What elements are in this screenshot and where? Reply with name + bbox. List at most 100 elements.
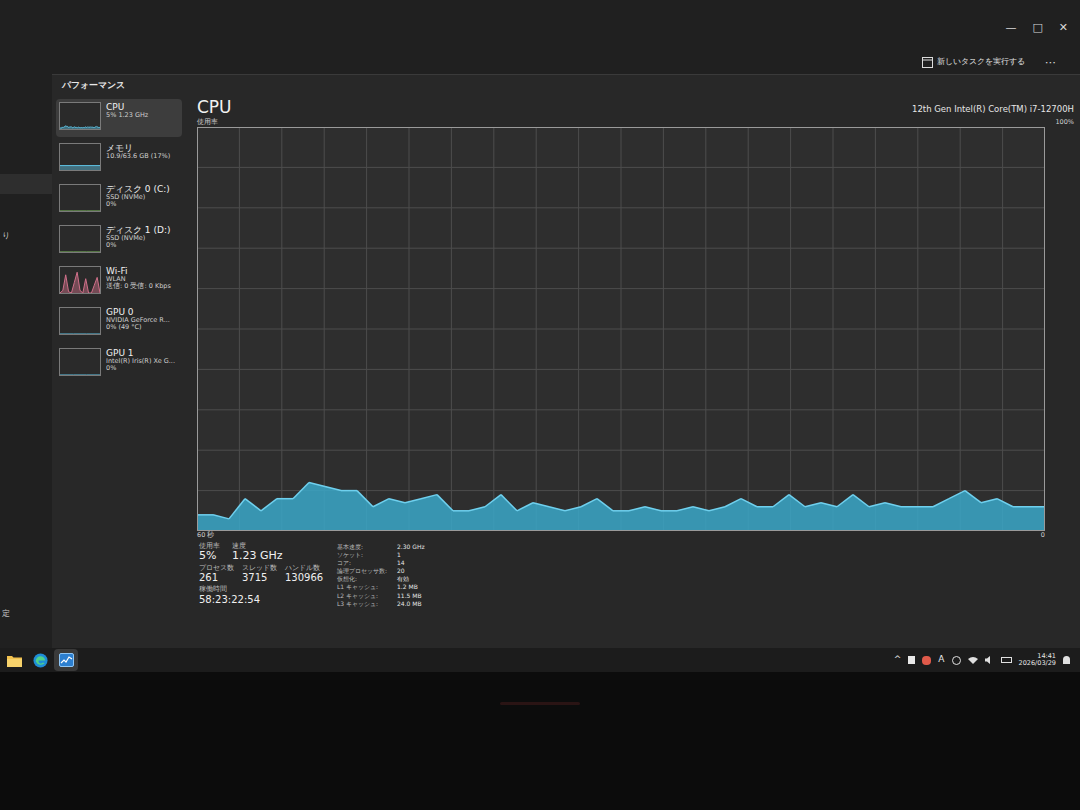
resource-name: メモリ	[106, 143, 170, 153]
cpu-specs: 基本速度:2.30 GHzソケット:1コア:14論理プロセッサ数:20仮想化:有…	[337, 543, 425, 608]
usage-segment	[549, 507, 565, 511]
resource-detail: 10.9/63.6 GB (17%)	[106, 153, 170, 160]
resource-detail: Intel(R) Iris(R) Xe G...	[106, 358, 175, 365]
usage-segment	[709, 507, 725, 511]
usage-segment	[613, 510, 629, 512]
resource-item[interactable]: GPU 1Intel(R) Iris(R) Xe G...0%	[56, 345, 182, 383]
resource-detail: SSD (NVMe)	[106, 194, 170, 201]
resource-detail: 0% (49 °C)	[106, 324, 170, 331]
usage-segment	[309, 483, 325, 487]
axis-label: 使用率	[197, 118, 218, 128]
usage-segment	[805, 503, 821, 507]
notification-icon[interactable]	[1063, 656, 1070, 664]
resource-detail: 0%	[106, 365, 175, 372]
thumbnail-graph	[60, 144, 100, 170]
usage-segment	[213, 515, 229, 519]
thumbnail-graph	[60, 308, 100, 334]
cpu-model: 12th Gen Intel(R) Core(TM) i7-12700H	[912, 103, 1074, 116]
usage-segment	[293, 483, 309, 499]
usage-segment	[373, 499, 389, 507]
usage-segment	[677, 507, 693, 511]
usage-segment	[725, 499, 741, 507]
cpu-stats: 使用率5%速度1.23 GHzプロセス数261スレッド数3715ハンドル数130…	[197, 543, 1074, 608]
nav-item-label[interactable]: 定	[0, 608, 52, 620]
usage-segment	[1013, 506, 1029, 508]
resource-item[interactable]: ディスク 0 (C:)SSD (NVMe)0%	[56, 181, 182, 219]
spec-value: 有効	[397, 575, 425, 583]
resource-list: CPU5% 1.23 GHzメモリ10.9/63.6 GB (17%)ディスク …	[52, 99, 182, 649]
folder-taskbar-button[interactable]	[2, 649, 26, 671]
taskmgr-taskbar-button[interactable]	[54, 649, 78, 671]
resource-detail: NVIDIA GeForce R...	[106, 317, 170, 324]
cpu-panel: CPU12th Gen Intel(R) Core(TM) i7-12700H使…	[182, 99, 1080, 649]
metric: 使用率5%	[199, 543, 220, 562]
navigation-strip: り定	[0, 74, 52, 648]
usage-segment	[341, 490, 357, 492]
ime-indicator[interactable]: A	[938, 653, 944, 667]
laptop-bezel	[0, 672, 1080, 810]
usage-segment	[453, 510, 469, 512]
resource-name: ディスク 0 (C:)	[106, 184, 170, 194]
resource-item[interactable]: ディスク 1 (D:)SSD (NVMe)0%	[56, 222, 182, 260]
usage-segment	[229, 499, 245, 519]
usage-segment	[741, 499, 757, 507]
wifi-icon[interactable]	[968, 656, 978, 664]
taskbar: ^ A 14:412026/03/29	[0, 648, 1080, 672]
usage-segment	[901, 506, 917, 508]
spec-value: 1	[397, 551, 425, 559]
clock[interactable]: 14:412026/03/29	[1019, 653, 1056, 667]
usage-segment	[197, 514, 213, 516]
spec-label: コア:	[337, 559, 387, 567]
tray-overflow-button[interactable]: ^	[894, 653, 902, 667]
usage-segment	[389, 499, 405, 503]
window-control-button[interactable]: □	[1032, 22, 1042, 33]
spec-value: 11.5 MB	[397, 592, 425, 600]
spec-label: L3 キャッシュ:	[337, 600, 387, 608]
usage-segment	[693, 507, 709, 511]
metric: 速度1.23 GHz	[232, 543, 283, 562]
task-manager-icon	[59, 653, 74, 667]
resource-item[interactable]: GPU 0NVIDIA GeForce R...0% (49 °C)	[56, 304, 182, 342]
resource-name: CPU	[106, 102, 148, 112]
usage-segment	[645, 507, 661, 511]
window-control-button[interactable]: ✕	[1059, 22, 1068, 33]
resource-detail: 5% 1.23 GHz	[106, 112, 148, 119]
resource-item[interactable]: メモリ10.9/63.6 GB (17%)	[56, 140, 182, 178]
nav-item-label[interactable]: り	[0, 230, 52, 242]
resource-detail: 送信: 0 受信: 0 Kbps	[106, 283, 171, 290]
spec-label: L2 キャッシュ:	[337, 592, 387, 600]
window-control-button[interactable]: —	[1005, 22, 1016, 33]
usage-segment	[853, 495, 869, 507]
usage-segment	[533, 503, 549, 507]
more-button[interactable]: ⋯	[1045, 57, 1056, 68]
resource-detail: 0%	[106, 242, 170, 249]
run-new-task-button[interactable]: 新しいタスクを実行する	[922, 56, 1025, 68]
metric: スレッド数3715	[242, 565, 277, 583]
usage-segment	[789, 495, 805, 507]
usage-segment	[405, 499, 421, 503]
cpu-usage-chart	[197, 127, 1045, 531]
resource-detail: SSD (NVMe)	[106, 235, 170, 242]
usage-segment	[325, 487, 341, 491]
usage-segment	[469, 507, 485, 511]
globe-icon[interactable]	[952, 656, 961, 665]
usage-segment	[501, 495, 517, 511]
resource-item[interactable]: Wi-FiWLAN送信: 0 受信: 0 Kbps	[56, 263, 182, 301]
spec-label: 基本速度:	[337, 543, 387, 551]
command-bar: 新しいタスクを実行する ⋯	[0, 50, 1080, 74]
battery-icon[interactable]	[1001, 657, 1012, 663]
thumbnail-graph	[60, 267, 100, 293]
resource-item[interactable]: CPU5% 1.23 GHz	[56, 99, 182, 137]
app-icon[interactable]	[922, 656, 931, 665]
usage-segment	[773, 495, 789, 507]
usage-segment	[1029, 506, 1045, 508]
thumbnail-graph	[60, 349, 100, 375]
metric: プロセス数261	[199, 565, 234, 583]
system-tray: ^ A 14:412026/03/29	[894, 653, 1078, 667]
usage-segment	[965, 491, 981, 503]
spec-value: 14	[397, 559, 425, 567]
flag-icon[interactable]	[908, 656, 915, 664]
usage-segment	[261, 499, 277, 511]
speaker-icon[interactable]	[985, 656, 994, 664]
edge-taskbar-button[interactable]	[28, 649, 52, 671]
